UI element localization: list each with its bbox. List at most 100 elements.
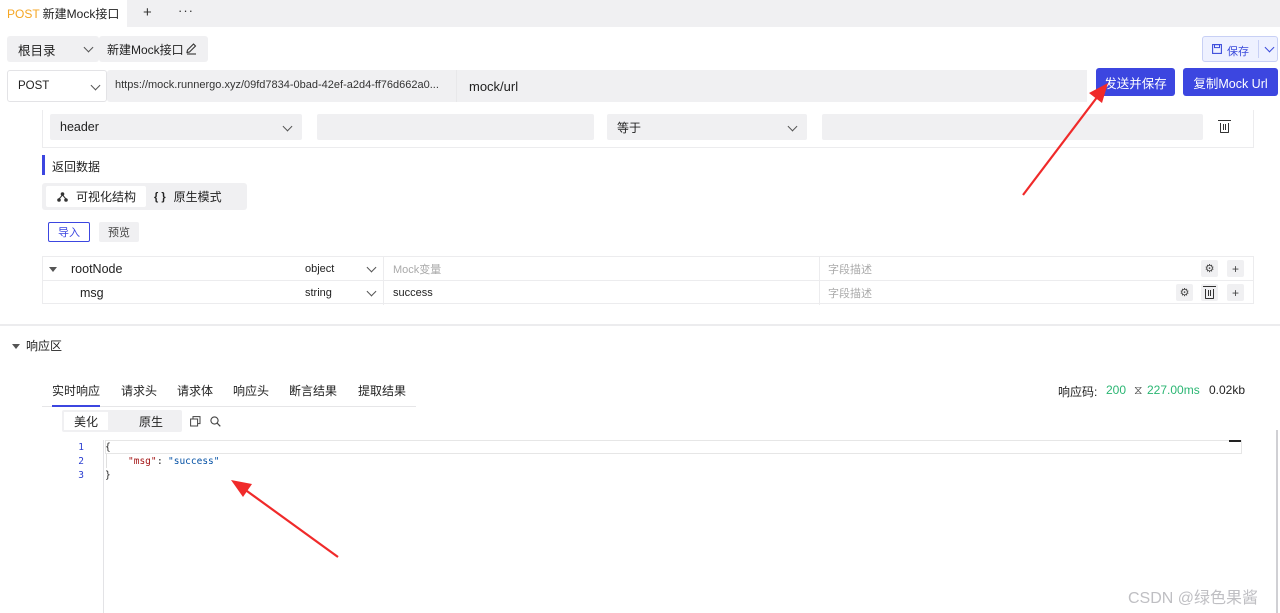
condition-key-input[interactable] <box>317 114 594 140</box>
send-and-save-button[interactable]: 发送并保存 <box>1096 68 1175 96</box>
mock-base-url[interactable]: https://mock.runnergo.xyz/09fd7834-0bad-… <box>115 79 439 91</box>
field-type-select[interactable]: object <box>305 257 334 281</box>
save-button[interactable]: 保存 <box>1202 36 1278 62</box>
settings-gear-icon[interactable]: ⚙ <box>1201 260 1218 277</box>
copy-mock-url-button[interactable]: 复制Mock Url <box>1183 68 1278 96</box>
mock-value-input[interactable]: success <box>393 281 433 305</box>
api-name-text: 新建Mock接口 <box>107 42 184 57</box>
tab-method: POST <box>7 6 40 21</box>
tab-request-body[interactable]: 请求体 <box>177 382 213 399</box>
chevron-down-icon <box>366 286 377 297</box>
structure-mode-toggle: 可视化结构 { } 原生模式 <box>42 183 247 210</box>
code-json-value: "success" <box>168 456 220 467</box>
section-divider <box>0 324 1280 326</box>
raw-mode-tab[interactable]: { } 原生模式 <box>154 186 222 207</box>
add-tab-button[interactable]: + <box>143 4 152 21</box>
delete-field-icon[interactable] <box>1201 284 1218 301</box>
tab-strip: POST 新建Mock接口 + ··· <box>0 0 1280 27</box>
tab-new-mock[interactable]: POST 新建Mock接口 <box>0 0 127 27</box>
tree-structure-icon <box>57 191 68 202</box>
view-mode-toggle: 美化 原生 <box>62 410 182 432</box>
code-colon: : <box>157 456 169 467</box>
beautify-view-tab[interactable]: 美化 <box>64 412 108 430</box>
save-icon <box>1212 44 1222 54</box>
response-area-title: 响应区 <box>26 339 63 353</box>
visual-mode-tab[interactable]: 可视化结构 <box>46 186 146 207</box>
preview-button[interactable]: 预览 <box>99 222 139 242</box>
tab-realtime-response[interactable]: 实时响应 <box>52 382 101 407</box>
return-data-title: 返回数据 <box>52 160 101 174</box>
line-number: 3 <box>78 470 84 481</box>
line-number: 2 <box>78 456 84 467</box>
api-name[interactable]: 新建Mock接口 <box>99 36 208 62</box>
chevron-down-icon <box>787 121 798 132</box>
tab-extraction-results[interactable]: 提取结果 <box>358 382 406 399</box>
current-line-highlight <box>105 440 1242 454</box>
field-name[interactable]: msg <box>80 281 104 305</box>
collapse-icon <box>12 344 20 350</box>
code-json-key: "msg" <box>128 456 157 467</box>
field-name[interactable]: rootNode <box>71 257 122 281</box>
save-label: 保存 <box>1227 46 1249 58</box>
status-code-label: 响应码: <box>1058 385 1098 399</box>
tab-request-headers[interactable]: 请求头 <box>121 382 157 399</box>
chevron-down-icon <box>90 80 101 91</box>
field-description-input[interactable]: 字段描述 <box>828 257 872 281</box>
directory-value: 根目录 <box>18 43 56 58</box>
raw-mode-label: 原生模式 <box>173 190 222 204</box>
code-open-brace: { <box>105 442 111 453</box>
more-tabs-button[interactable]: ··· <box>178 3 194 18</box>
condition-source-value: header <box>60 120 99 134</box>
vertical-scrollbar[interactable] <box>1276 430 1278 613</box>
line-number-gutter: 1 2 3 <box>62 440 104 613</box>
column-divider <box>819 281 820 305</box>
field-description-input[interactable]: 字段描述 <box>828 281 872 305</box>
settings-gear-icon[interactable]: ⚙ <box>1176 284 1193 301</box>
save-divider <box>1258 40 1259 58</box>
method-value: POST <box>18 80 50 92</box>
directory-select[interactable]: 根目录 <box>7 36 99 62</box>
table-row: msg string success 字段描述 ⚙ + <box>43 281 1253 305</box>
import-button[interactable]: 导入 <box>48 222 90 242</box>
collapse-icon[interactable] <box>49 267 57 272</box>
chevron-down-icon <box>366 262 377 273</box>
condition-value-input[interactable] <box>822 114 1203 140</box>
response-size: 0.02kb <box>1209 383 1246 397</box>
add-child-icon[interactable]: + <box>1227 260 1244 277</box>
condition-source-select[interactable]: header <box>50 114 302 140</box>
edit-icon[interactable] <box>185 42 198 55</box>
tab-response-headers[interactable]: 响应头 <box>233 382 269 399</box>
field-type-select[interactable]: string <box>305 281 332 305</box>
visual-mode-label: 可视化结构 <box>76 190 137 204</box>
method-select[interactable]: POST <box>7 70 107 102</box>
tab-title: 新建Mock接口 <box>42 7 120 21</box>
return-structure-table: rootNode object Mock变量 字段描述 ⚙ + msg stri… <box>42 256 1254 305</box>
copy-icon[interactable] <box>190 416 201 427</box>
response-area-toggle[interactable]: 响应区 <box>12 337 62 354</box>
column-divider <box>383 257 384 281</box>
chevron-down-icon <box>282 121 293 132</box>
status-code: 200 <box>1106 383 1127 397</box>
delete-condition-icon[interactable] <box>1218 120 1231 133</box>
add-sibling-icon[interactable]: + <box>1227 284 1244 301</box>
raw-view-tab[interactable]: 原生 <box>139 412 163 430</box>
table-row: rootNode object Mock变量 字段描述 ⚙ + <box>43 257 1253 281</box>
condition-operator-select[interactable]: 等于 <box>607 114 807 140</box>
chevron-down-icon <box>83 42 94 53</box>
mock-path-value: mock/url <box>469 78 519 94</box>
url-field[interactable]: https://mock.runnergo.xyz/09fd7834-0bad-… <box>107 70 1087 102</box>
column-divider <box>383 281 384 305</box>
save-options-chevron-icon[interactable] <box>1264 42 1275 53</box>
hourglass-icon: ⧖ <box>1134 383 1143 397</box>
minimap-indicator <box>1229 440 1241 442</box>
mock-path-input[interactable]: mock/url <box>456 70 1087 102</box>
response-time: 227.00ms <box>1147 383 1200 397</box>
column-divider <box>819 257 820 281</box>
response-code-editor[interactable]: 1 2 3 { "msg" : "success" } <box>62 440 1242 613</box>
search-icon[interactable] <box>210 416 221 427</box>
code-close-brace: } <box>105 470 111 481</box>
tab-assertion-results[interactable]: 断言结果 <box>289 382 337 399</box>
line-number: 1 <box>78 442 84 453</box>
mock-value-input[interactable]: Mock变量 <box>393 257 441 281</box>
condition-operator-value: 等于 <box>617 120 642 135</box>
